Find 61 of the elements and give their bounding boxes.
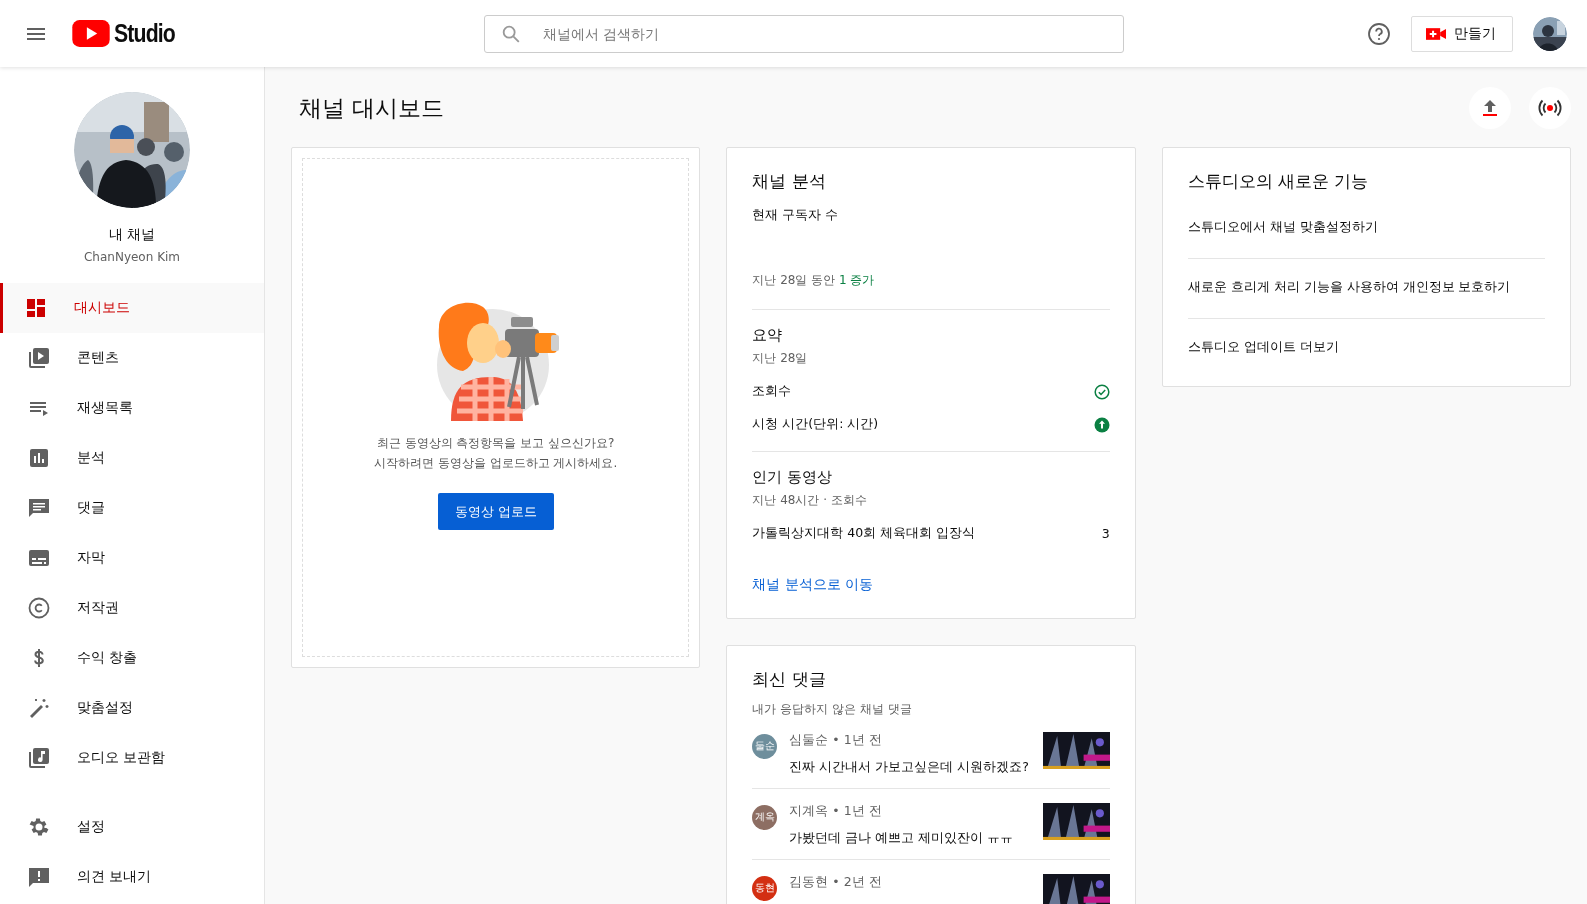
card-subtitle: 내가 응답하지 않은 채널 댓글 [752,701,913,718]
card-title: 최신 댓글 [752,668,827,691]
section-title: 요약 [752,326,784,345]
live-broadcast-icon[interactable] [1529,87,1571,129]
comment-text: 가봤던데 금나 예쁘고 제미있잔이 ㅠㅠ [789,830,1015,847]
search-field[interactable]: 채널에서 검색하기 [484,14,1124,53]
comment-icon [27,496,51,520]
sidebar-item[interactable]: 수익 창출 [0,633,264,683]
channel-name: ChanNyeon Kim [83,250,181,264]
news-link[interactable]: 스튜디오 업데이트 더보기 [1187,319,1545,378]
comment-author: 심둘순 • 1년 전 [789,732,883,749]
sidebar-item[interactable]: 자막 [0,533,264,583]
logo-text: Studio [114,19,175,48]
commenter-avatar: 둘순 [752,734,778,759]
studio-logo[interactable]: Studio [72,19,186,48]
sidebar-item[interactable]: 설정 [0,802,264,852]
section-title: 인기 동영상 [752,468,833,487]
comment-author: 김동현 • 2년 전 [789,874,883,891]
upload-icon[interactable] [1469,87,1511,129]
card-title: 스튜디오의 새로운 기능 [1187,170,1370,193]
sidebar-item[interactable]: 의견 보내기 [0,852,264,902]
music-library-icon [27,746,51,770]
comment-text: 진짜 시간내서 가보고싶은데 시원하겠죠? [789,759,1030,776]
sidebar-item[interactable]: 콘텐츠 [0,333,264,383]
sidebar-item[interactable]: 분석 [0,433,264,483]
video-camera-icon [1426,26,1446,41]
sidebar-item[interactable]: 재생목록 [0,383,264,433]
create-button[interactable]: 만들기 [1411,15,1513,52]
metric-label: 시청 시간(단위: 시간) [752,416,879,433]
sidebar-item[interactable]: 대시보드 [0,283,264,333]
help-icon[interactable] [1367,21,1391,46]
news-link[interactable]: 스튜디오에서 채널 맞춤설정하기 [1187,199,1545,259]
commenter-avatar: 계옥 [752,805,778,830]
news-link[interactable]: 새로운 흐리게 처리 기능을 사용하여 개인정보 보호하기 [1187,259,1545,319]
dashboard-icon [24,296,48,320]
sidebar-item[interactable]: 댓글 [0,483,264,533]
subscriber-change-text: 지난 28일 동안 1 증가 [752,272,1110,310]
commenter-avatar: 동현 [752,876,778,901]
video-library-icon [27,346,51,370]
sidebar-item[interactable]: 오디오 보관함 [0,733,264,783]
copyright-icon [27,596,51,620]
page-title: 채널 대시보드 [299,93,445,123]
sidebar-item[interactable]: 맞춤설정 [0,683,264,733]
settings-icon [27,815,51,839]
section-period: 지난 28일 [752,350,809,367]
video-title: 가톨릭상지대학 40회 체육대회 입장식 [752,525,976,542]
bar-chart-icon [27,446,51,470]
prompt-text: 시작하려면 동영상을 업로드하고 게시하세요. [374,455,618,472]
go-to-analytics-link[interactable]: 채널 분석으로 이동 [752,576,873,594]
view-count: 3 [1101,526,1110,541]
prompt-text: 최근 동영상의 측정항목을 보고 싶으신가요? [375,435,616,452]
channel-title: 내 채널 [108,226,156,244]
feedback-icon [27,865,51,889]
comment-author: 지계옥 • 1년 전 [789,803,883,820]
metric-label: 조회수 [752,383,792,400]
upload-video-button[interactable]: 동영상 업로드 [437,493,554,530]
section-period: 지난 48시간 · 조회수 [752,492,868,509]
subscribers-label: 현재 구독자 수 [752,207,840,224]
card-title: 채널 분석 [752,170,827,193]
play-logo-icon [72,20,110,47]
sidebar-item[interactable]: 저작권 [0,583,264,633]
